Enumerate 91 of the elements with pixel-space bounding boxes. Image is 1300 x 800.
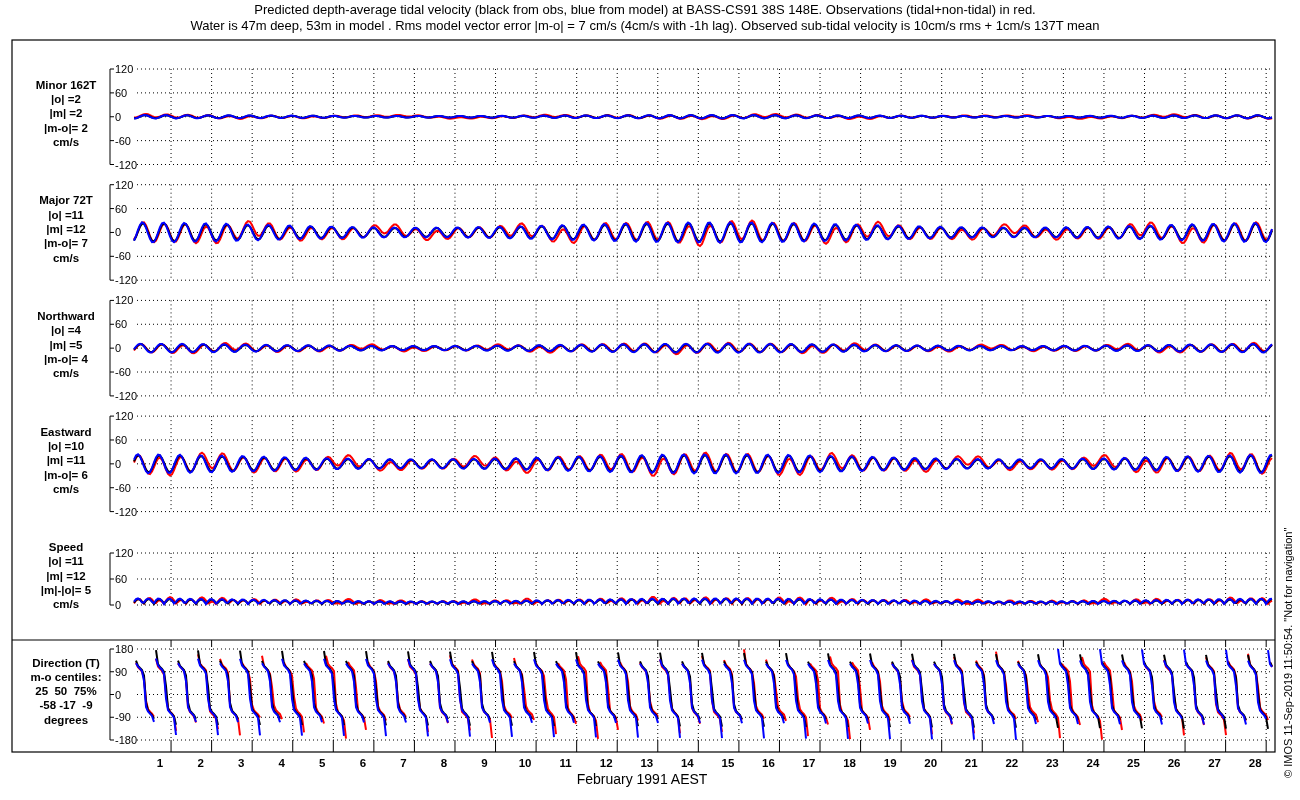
x-tick-label: 5 xyxy=(319,757,326,769)
panel-label: |m-o|= 2 xyxy=(44,121,88,134)
x-axis-label: February 1991 AEST xyxy=(576,771,708,787)
x-tick-label: 7 xyxy=(400,757,407,769)
y-tick-label: 180 xyxy=(115,643,134,655)
y-tick-label: -120 xyxy=(115,274,138,287)
panel-label: Northward xyxy=(37,310,95,323)
y-tick-label: 60 xyxy=(115,86,128,99)
y-tick-label: 0 xyxy=(115,342,122,355)
y-tick-label: 0 xyxy=(115,457,122,470)
y-tick-label: 60 xyxy=(115,434,128,446)
x-tick-label: 17 xyxy=(802,757,816,769)
y-tick-label: 60 xyxy=(115,202,128,215)
x-tick-label: 16 xyxy=(762,757,775,769)
x-tick-label: 1 xyxy=(156,757,164,769)
x-tick-label: 21 xyxy=(964,757,978,769)
y-tick-label: -60 xyxy=(115,250,131,263)
panel-label: |o| =4 xyxy=(51,324,81,337)
panel-label: cm/s xyxy=(52,483,80,496)
y-tick-label: 0 xyxy=(115,226,122,239)
y-tick-label: -90 xyxy=(115,711,131,724)
x-tick-label: 11 xyxy=(559,757,572,769)
x-tick-label: 23 xyxy=(1046,757,1059,769)
y-tick-label: 120 xyxy=(115,410,134,423)
panel-label: m-o centiles: xyxy=(30,670,102,683)
y-tick-label: 0 xyxy=(115,688,122,701)
y-tick-label: -120 xyxy=(115,158,138,171)
x-tick-label: 15 xyxy=(721,757,735,769)
panel-label: |m| =2 xyxy=(49,107,83,120)
y-tick-label: -120 xyxy=(115,505,138,518)
y-tick-label: 60 xyxy=(115,318,128,331)
y-tick-label: 120 xyxy=(115,63,134,75)
x-tick-label: 24 xyxy=(1086,757,1100,769)
x-tick-label: 13 xyxy=(640,757,654,769)
x-tick-label: 26 xyxy=(1167,757,1181,769)
panel-label: |m| =12 xyxy=(46,569,86,582)
panel-label: Major 72T xyxy=(39,194,93,207)
panel-label: Minor 162T xyxy=(35,78,97,91)
panel-label: 25 50 75% xyxy=(35,685,97,698)
x-tick-label: 19 xyxy=(883,757,897,769)
x-tick-label: 6 xyxy=(359,757,367,769)
x-tick-label: 14 xyxy=(680,757,694,769)
x-tick-label: 22 xyxy=(1005,757,1019,769)
y-tick-label: 120 xyxy=(115,294,134,307)
x-tick-label: 20 xyxy=(924,757,938,769)
y-tick-label: 90 xyxy=(115,665,128,678)
y-tick-label: -120 xyxy=(115,389,138,402)
panel-label: |m-o|= 7 xyxy=(44,237,88,250)
chart-title: Predicted depth-average tidal velocity (black from obs, blue from model) at BASS-CS91 38S 148E. Observations (tidal+non-tidal) in red. xyxy=(254,2,1036,17)
y-axis xyxy=(109,552,115,606)
panel-label: degrees xyxy=(43,713,89,726)
panel-label: |o| =11 xyxy=(48,208,84,221)
x-tick-label: 4 xyxy=(278,757,285,769)
y-tick-label: 120 xyxy=(115,178,134,191)
x-tick-label: 10 xyxy=(518,757,532,769)
panel-label: -58 -17 -9 xyxy=(39,699,93,712)
copyright-text: © IMOS 11-Sep-2019 11:50:54. "Not for navigation" xyxy=(1282,527,1294,778)
x-tick-label: 27 xyxy=(1208,757,1221,769)
y-tick-label: 0 xyxy=(115,599,122,611)
y-tick-label: -60 xyxy=(115,134,131,147)
x-tick-label: 25 xyxy=(1127,757,1140,769)
y-tick-label: 120 xyxy=(115,547,134,559)
panel-label: |o| =10 xyxy=(47,440,85,453)
x-tick-label: 28 xyxy=(1248,757,1262,769)
x-tick-label: 9 xyxy=(481,757,488,769)
panel-label: |m| =5 xyxy=(49,338,83,351)
y-tick-label: 60 xyxy=(115,573,128,585)
panel-label: cm/s xyxy=(52,135,80,148)
y-tick-label: -60 xyxy=(115,481,131,494)
panel-label: Speed xyxy=(48,541,84,553)
panel-label: |m-o|= 6 xyxy=(44,468,88,481)
y-tick-label: -180 xyxy=(115,734,138,746)
panel-label: |m| =12 xyxy=(46,223,86,236)
panel-label: Direction (T) xyxy=(32,656,100,669)
panel-label: |m| =11 xyxy=(46,454,86,467)
y-tick-label: 0 xyxy=(115,110,122,123)
x-tick-label: 8 xyxy=(440,757,448,769)
panel-label: cm/s xyxy=(52,251,80,264)
x-tick-label: 18 xyxy=(843,757,856,769)
panel-label: cm/s xyxy=(52,367,80,380)
x-tick-label: 2 xyxy=(197,757,204,769)
chart-title: Water is 47m deep, 53m in model . Rms model vector error |m-o| = 7 cm/s (4cm/s with -1h lag). Observed sub-tidal velocity is 10cm/s rms + 1cm/s 137T mean xyxy=(190,18,1100,33)
panel-label: |m|-|o|= 5 xyxy=(40,583,92,596)
panel-label: |o| =11 xyxy=(48,555,84,568)
x-tick-label: 3 xyxy=(238,757,245,769)
panel-label: cm/s xyxy=(52,598,80,611)
panel-label: |o| =2 xyxy=(51,93,81,106)
x-tick-label: 12 xyxy=(599,757,613,769)
y-tick-label: -60 xyxy=(115,366,131,378)
panel-label: Eastward xyxy=(40,425,92,438)
panel-label: |m-o|= 4 xyxy=(44,353,88,366)
